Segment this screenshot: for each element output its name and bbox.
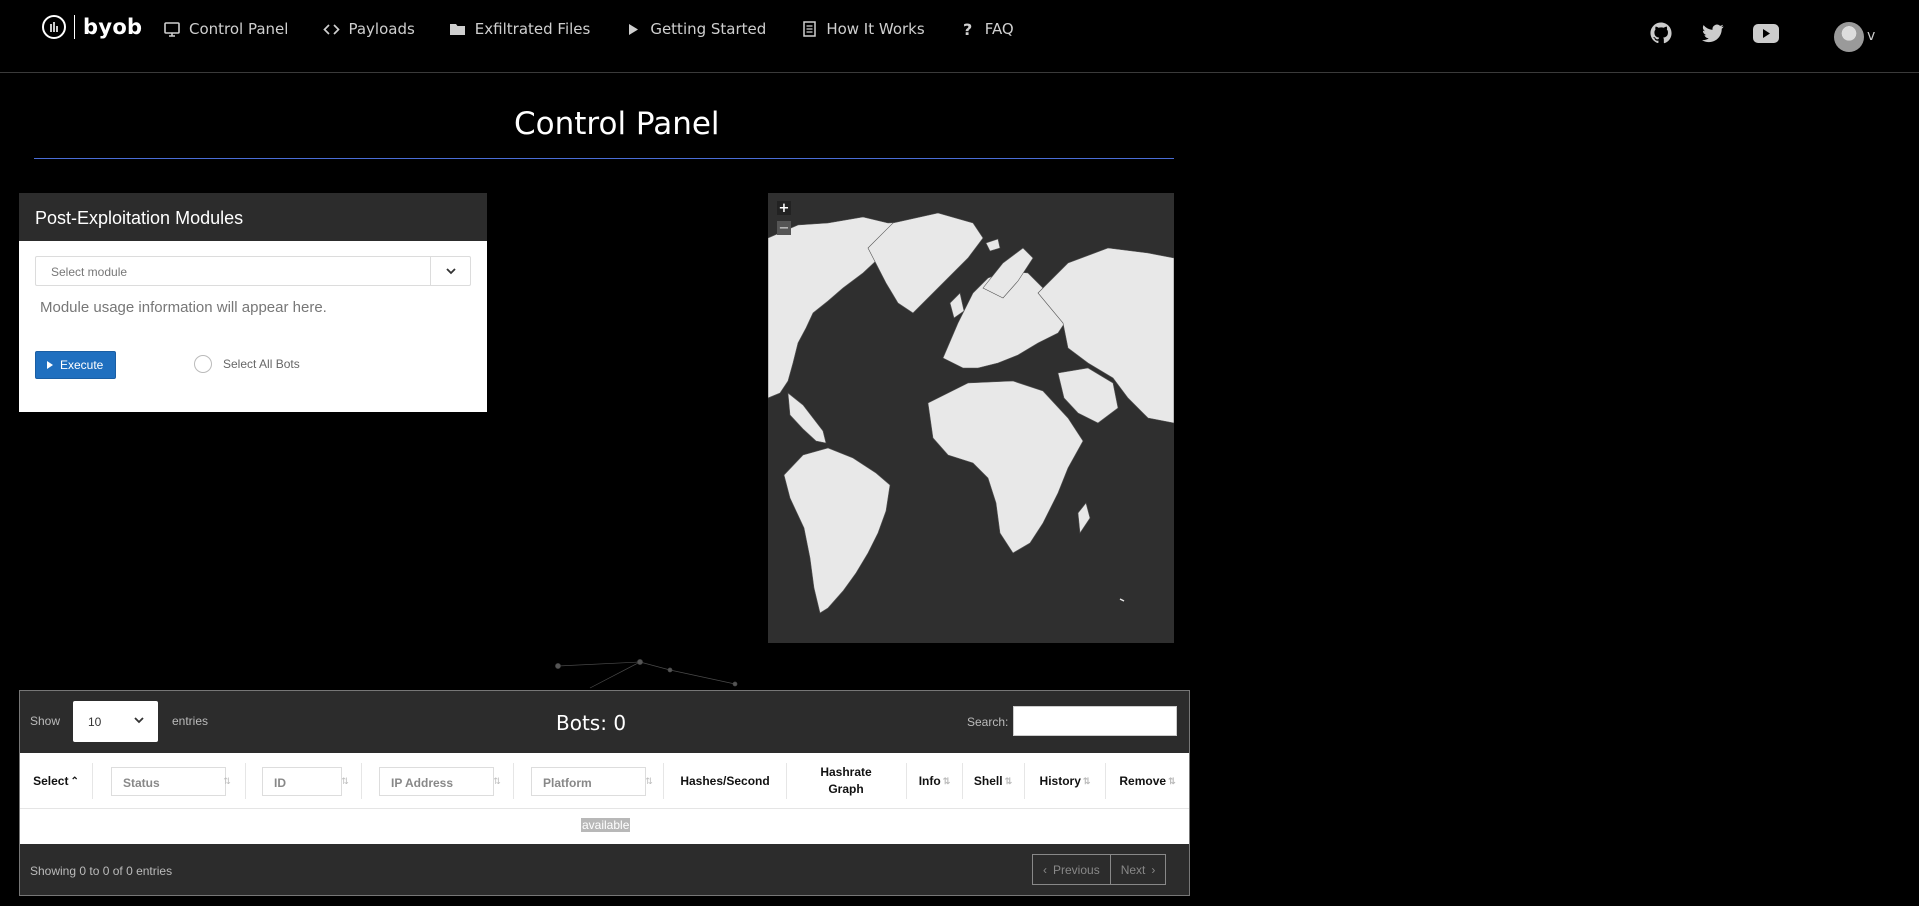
show-label: Show <box>30 714 61 728</box>
page-length-value: 10 <box>88 715 102 729</box>
module-select-placeholder: Select module <box>51 265 128 279</box>
id-filter-input[interactable]: ID <box>262 767 342 796</box>
nav-label: Control Panel <box>189 20 289 38</box>
column-shell[interactable]: Shell ⇅ <box>963 753 1023 809</box>
nav-faq[interactable]: ? FAQ <box>959 19 1014 39</box>
bots-table: Show 10 entries Bots: 0 Search: Select ⌃… <box>19 690 1190 896</box>
module-select[interactable]: Select module <box>35 256 471 286</box>
modules-panel-title: Post-Exploitation Modules <box>19 193 487 241</box>
question-icon: ? <box>963 19 973 39</box>
main-nav: Control Panel Payloads Exfiltrated Files… <box>163 19 1048 39</box>
chevron-left-icon: ‹ <box>1043 862 1047 877</box>
map-zoom-in-button[interactable]: + <box>777 201 791 216</box>
byob-logo-icon <box>42 15 66 39</box>
execute-label: Execute <box>60 358 104 372</box>
nav-label: Getting Started <box>650 20 767 38</box>
table-header: Select ⌃ Status ⇅ ID ⇅ IP Address ⇅ Plat… <box>20 753 1189 809</box>
column-history[interactable]: History ⇅ <box>1025 753 1105 809</box>
column-label: Select <box>33 773 69 788</box>
select-all-bots-radio[interactable] <box>194 355 212 373</box>
brand-name: byob <box>83 15 143 39</box>
brand-separator <box>74 15 75 39</box>
title-divider <box>34 158 1174 159</box>
page-title: Control Panel <box>514 106 720 142</box>
table-info: Showing 0 to 0 of 0 entries <box>30 864 173 878</box>
code-icon <box>322 20 340 38</box>
ip-filter-input[interactable]: IP Address <box>379 767 494 796</box>
column-remove[interactable]: Remove ⇅ <box>1106 753 1189 809</box>
execute-button[interactable]: Execute <box>35 351 116 379</box>
sort-ascending-icon: ⌃ <box>70 775 79 787</box>
pagination: ‹ Previous Next › <box>1032 854 1167 885</box>
page-length-select[interactable]: 10 <box>73 701 158 742</box>
platform-filter-input[interactable]: Platform <box>531 767 646 796</box>
network-decoration <box>555 659 738 689</box>
modules-panel: Post-Exploitation Modules Select module … <box>19 193 487 412</box>
sort-icon[interactable]: ⇅ <box>222 753 232 809</box>
column-label: Shell <box>973 773 1003 788</box>
nav-label: Payloads <box>348 20 415 38</box>
column-label: Hashrate <box>820 765 872 779</box>
map-zoom-out-button[interactable]: − <box>777 221 791 236</box>
sort-icon[interactable]: ⇅ <box>644 753 654 809</box>
column-select[interactable]: Select ⌃ <box>20 753 92 809</box>
user-avatar[interactable] <box>1834 22 1864 52</box>
table-body: available <box>20 809 1189 844</box>
bots-count: Bots: 0 <box>556 711 627 735</box>
search-input[interactable] <box>1013 706 1177 736</box>
previous-page-button[interactable]: ‹ Previous <box>1033 855 1110 884</box>
nav-getting-started[interactable]: Getting Started <box>624 20 766 38</box>
entries-label: entries <box>172 714 209 728</box>
nav-exfiltrated-files[interactable]: Exfiltrated Files <box>449 20 591 38</box>
chevron-right-icon: › <box>1151 862 1156 877</box>
nav-label: Exfiltrated Files <box>474 20 591 38</box>
empty-table-message: available <box>581 818 631 832</box>
user-menu-label[interactable]: v <box>1867 28 1875 44</box>
next-label: Next <box>1120 862 1146 877</box>
column-divider <box>513 763 514 799</box>
play-icon <box>47 361 53 369</box>
select-all-bots-label[interactable]: Select All Bots <box>223 357 300 371</box>
column-label: Hashes/Second <box>680 773 770 788</box>
sort-icon: ⇅ <box>1168 775 1176 786</box>
column-label: Remove <box>1119 773 1167 788</box>
youtube-icon[interactable] <box>1752 20 1780 46</box>
nav-control-panel[interactable]: Control Panel <box>163 20 288 38</box>
column-divider <box>92 763 93 799</box>
nav-label: FAQ <box>984 20 1014 38</box>
column-hashes-second[interactable]: Hashes/Second <box>664 753 786 809</box>
sort-icon: ⇅ <box>1082 775 1091 786</box>
monitor-icon <box>163 20 181 38</box>
top-navbar: byob Control Panel Payloads Exfiltrated … <box>0 0 1919 73</box>
sort-icon[interactable]: ⇅ <box>340 753 350 809</box>
column-label: Info <box>918 773 941 788</box>
github-icon[interactable] <box>1648 20 1674 46</box>
brand[interactable]: byob <box>42 15 142 39</box>
nav-payloads[interactable]: Payloads <box>322 20 415 38</box>
column-divider <box>361 763 362 799</box>
nav-how-it-works[interactable]: How It Works <box>800 20 925 38</box>
folder-icon <box>449 20 467 38</box>
column-label: Graph <box>828 782 864 796</box>
sort-icon[interactable]: ⇅ <box>492 753 502 809</box>
world-map-canvas <box>768 212 1174 614</box>
module-usage-info: Module usage information will appear her… <box>40 299 327 316</box>
column-divider <box>245 763 246 799</box>
next-page-button[interactable]: Next › <box>1109 855 1166 884</box>
column-info[interactable]: Info ⇅ <box>907 753 962 809</box>
world-map[interactable]: + − <box>768 193 1174 643</box>
chevron-down-icon[interactable] <box>430 257 470 285</box>
search-label: Search: <box>967 715 1009 729</box>
status-filter-input[interactable]: Status <box>111 767 226 796</box>
column-hashrate-graph[interactable]: Hashrate Graph <box>787 753 905 809</box>
nav-label: How It Works <box>826 20 925 38</box>
twitter-icon[interactable] <box>1700 20 1726 46</box>
column-label: History <box>1039 773 1081 788</box>
previous-label: Previous <box>1053 862 1100 877</box>
sort-icon: ⇅ <box>942 775 951 786</box>
play-icon <box>624 20 642 38</box>
sort-icon: ⇅ <box>1004 775 1013 786</box>
document-icon <box>800 20 818 38</box>
chevron-down-icon <box>134 714 144 727</box>
